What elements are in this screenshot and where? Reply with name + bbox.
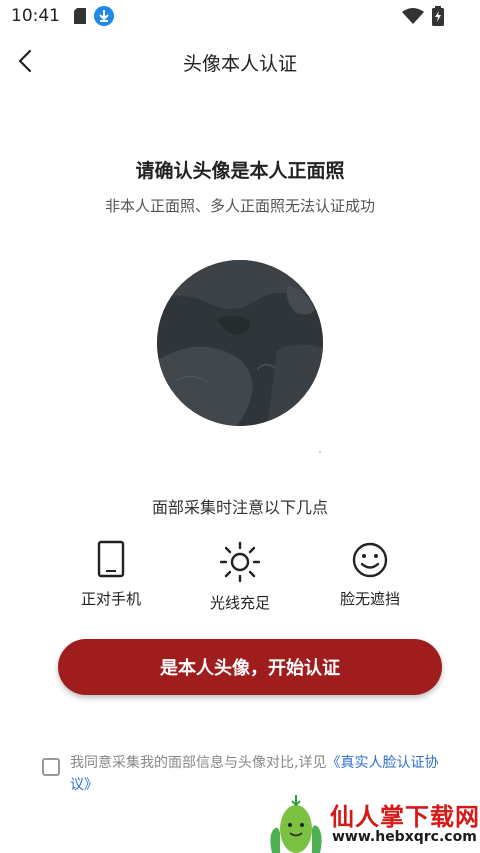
- tips-title: 面部采集时注意以下几点: [151, 498, 328, 517]
- agreement-checkbox[interactable]: [42, 758, 60, 776]
- cactus-logo-icon: [270, 795, 322, 853]
- confirm-heading: 请确认头像是本人正面照: [135, 160, 345, 182]
- tip-face-phone: 正对手机: [51, 540, 171, 609]
- smile-icon: [352, 542, 388, 578]
- tip-label: 光线充足: [209, 594, 270, 612]
- earth-map-image: [157, 260, 323, 426]
- watermark-title: 仙人掌下载网: [330, 803, 480, 831]
- sd-card-icon: [74, 8, 86, 24]
- agreement-text: 我同意采集我的面部信息与头像对比,详见《真实人脸认证协议》: [70, 752, 442, 796]
- watermark-url: www.hebxqrc.com: [332, 829, 477, 845]
- tip-no-cover: 脸无遮挡: [310, 540, 430, 609]
- page-title: 头像本人认证: [182, 53, 297, 75]
- battery-icon: [432, 6, 444, 26]
- phone-icon: [97, 540, 125, 578]
- site-watermark: 仙人掌下载网 www.hebxqrc.com: [264, 795, 480, 853]
- nav-bar: 头像本人认证: [0, 38, 480, 84]
- photo-indicator-dot: [319, 451, 321, 453]
- wifi-icon: [402, 8, 424, 24]
- agreement-prefix: 我同意采集我的面部信息与头像对比,详见: [70, 755, 327, 771]
- tip-enough-light: 光线充足: [180, 540, 300, 613]
- sun-icon: [220, 541, 260, 583]
- status-bar: 10:41: [0, 0, 480, 32]
- status-time: 10:41: [11, 6, 60, 26]
- confirm-subheading: 非本人正面照、多人正面照无法认证成功: [104, 197, 375, 215]
- start-verification-button[interactable]: 是本人头像，开始认证: [58, 639, 442, 695]
- tip-label: 脸无遮挡: [339, 590, 400, 608]
- avatar-photo: [157, 260, 323, 426]
- download-icon: [94, 6, 114, 26]
- tip-label: 正对手机: [80, 590, 141, 608]
